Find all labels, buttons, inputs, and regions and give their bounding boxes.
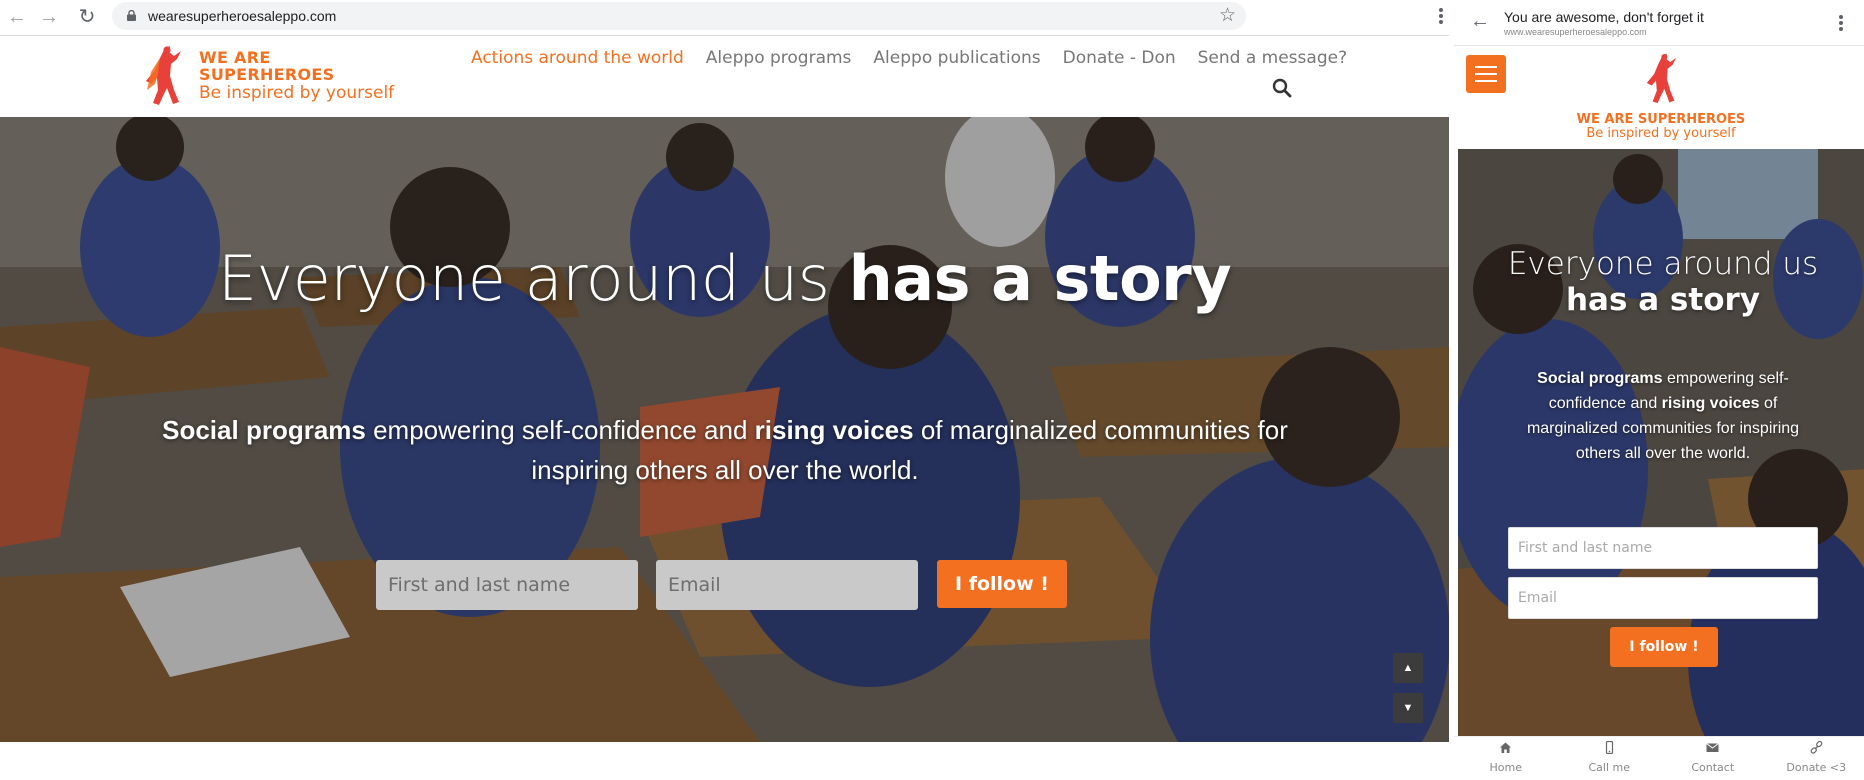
menu-item-donate[interactable]: Donate - Don	[1063, 48, 1176, 68]
mobile-hero-title-light: Everyone around us	[1507, 246, 1819, 282]
bottom-tab-home-label: Home	[1489, 761, 1522, 774]
desktop-browser-window: ← → ↻ wearesuperheroesaleppo.com ☆ WE AR…	[0, 0, 1449, 780]
hero-title: Everyone around us has a story	[0, 242, 1449, 315]
mobile-name-input[interactable]	[1508, 527, 1818, 569]
menu-item-actions[interactable]: Actions around the world	[471, 48, 684, 68]
mobile-logo-line: WE ARE SUPERHEROES	[1576, 112, 1746, 127]
mobile-page-url: www.wearesuperheroesaleppo.com	[1504, 27, 1647, 37]
site-logo[interactable]: WE ARE SUPERHEROES Be inspired by yourse…	[199, 49, 394, 103]
bottom-tab-contact[interactable]: Contact	[1661, 737, 1765, 780]
follow-button[interactable]: I follow !	[937, 560, 1067, 608]
hero-title-light: Everyone around us	[217, 242, 849, 315]
phone-icon	[1605, 740, 1613, 755]
bottom-tab-donate-label: Donate <3	[1786, 761, 1847, 774]
hero-sub-text-1: empowering self-confidence and	[365, 415, 755, 445]
mobile-follow-button[interactable]: I follow !	[1610, 627, 1718, 667]
mobile-site-header: WE ARE SUPERHEROES Be inspired by yourse…	[1454, 46, 1864, 149]
home-icon	[1500, 742, 1512, 753]
url-text: wearesuperheroesaleppo.com	[148, 8, 337, 24]
site-header: WE ARE SUPERHEROES Be inspired by yourse…	[0, 35, 1449, 117]
menu-item-aleppo-publications[interactable]: Aleppo publications	[873, 48, 1040, 68]
lock-icon	[127, 10, 136, 21]
search-icon[interactable]	[1272, 78, 1292, 98]
mobile-sub-bold-2: rising voices	[1661, 395, 1760, 412]
superhero-logo-icon[interactable]	[1644, 52, 1678, 104]
logo-tagline: Be inspired by yourself	[199, 83, 395, 103]
mobile-email-input[interactable]	[1508, 577, 1818, 619]
back-arrow-icon[interactable]: ←	[1470, 10, 1490, 33]
bottom-tab-call-label: Call me	[1588, 761, 1630, 774]
mail-icon	[1706, 743, 1720, 752]
logo-line-1: WE ARE	[199, 48, 271, 67]
scroll-down-icon[interactable]: ▼	[1393, 693, 1423, 723]
bottom-tab-home[interactable]: Home	[1454, 737, 1558, 780]
browser-toolbar: ← → ↻ wearesuperheroesaleppo.com ☆	[0, 0, 1449, 34]
logo-line-2: SUPERHEROES	[199, 65, 335, 84]
name-input[interactable]	[376, 560, 638, 610]
bottom-tab-call[interactable]: Call me	[1558, 737, 1662, 780]
reload-icon[interactable]: ↻	[74, 4, 100, 30]
hero-title-bold: has a story	[848, 242, 1232, 315]
email-input[interactable]	[656, 560, 918, 610]
back-arrow-icon[interactable]: ←	[4, 4, 30, 30]
mobile-menu-icon[interactable]	[1836, 13, 1846, 35]
forward-arrow-icon[interactable]: →	[36, 4, 62, 30]
hero-sub-bold-1: Social programs	[162, 415, 366, 445]
mobile-sub-bold-1: Social programs	[1537, 370, 1663, 387]
link-icon	[1810, 740, 1823, 754]
hero-subtitle: Social programs empowering self-confiden…	[150, 410, 1300, 490]
menu-item-aleppo-programs[interactable]: Aleppo programs	[706, 48, 852, 68]
mobile-hero-subtitle: Social programs empowering self-confiden…	[1508, 366, 1818, 466]
mobile-bottom-nav: Home Call me Contact Donate <3	[1454, 736, 1864, 780]
menu-item-send-message[interactable]: Send a message?	[1198, 48, 1347, 68]
mobile-browser-window: ← You are awesome, don't forget it www.w…	[1450, 0, 1864, 780]
scroll-up-icon[interactable]: ▲	[1393, 653, 1423, 683]
hero-section: Everyone around us has a story Social pr…	[0, 117, 1449, 742]
bookmark-star-icon[interactable]: ☆	[1219, 4, 1236, 27]
address-bar[interactable]: wearesuperheroesaleppo.com ☆	[112, 2, 1246, 30]
mobile-hero-section: Everyone around us has a story Social pro…	[1458, 149, 1864, 736]
bottom-tab-donate[interactable]: Donate <3	[1765, 737, 1864, 780]
browser-menu-icon[interactable]	[1436, 6, 1446, 28]
mobile-hero-title: Everyone around us has a story	[1458, 246, 1864, 318]
mobile-hero-title-bold: has a story	[1565, 282, 1760, 318]
superhero-logo-icon[interactable]	[143, 44, 183, 106]
main-menu: Actions around the world Aleppo programs…	[471, 48, 1369, 68]
mobile-page-title: You are awesome, don't forget it	[1504, 9, 1704, 25]
mobile-browser-toolbar: ← You are awesome, don't forget it www.w…	[1454, 0, 1864, 46]
mobile-logo-tagline: Be inspired by yourself	[1586, 126, 1736, 141]
hero-sub-bold-2: rising voices	[754, 415, 914, 445]
hamburger-menu-icon[interactable]	[1466, 55, 1506, 93]
bottom-tab-contact-label: Contact	[1691, 761, 1735, 774]
